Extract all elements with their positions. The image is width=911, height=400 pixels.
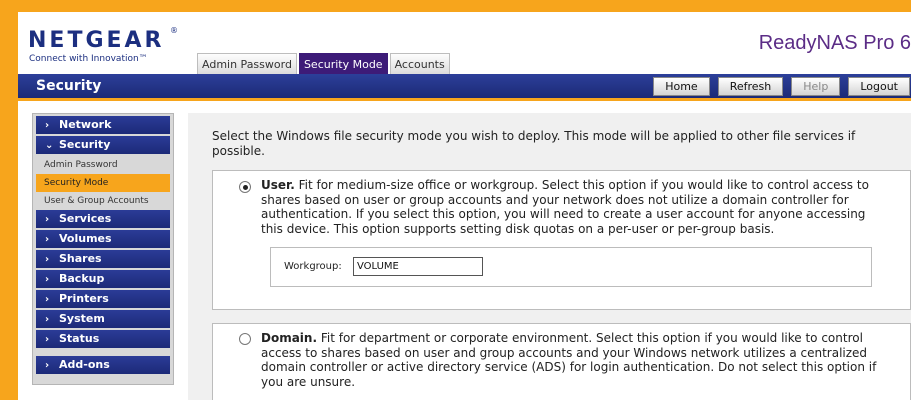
- sidebar-subitem-security-mode[interactable]: Security Mode: [36, 174, 170, 192]
- domain-mode-text: Fit for department or corporate environm…: [261, 331, 877, 389]
- chevron-right-icon: ›: [45, 360, 50, 371]
- sidebar-item-add-ons[interactable]: › Add-ons: [36, 356, 170, 374]
- page-title: Security: [36, 78, 102, 94]
- sidebar-item-printers[interactable]: › Printers: [36, 290, 170, 308]
- sidebar-item-label: Network: [59, 118, 112, 131]
- main-content: Select the Windows file security mode yo…: [188, 113, 911, 400]
- intro-text: Select the Windows file security mode yo…: [212, 129, 856, 158]
- user-mode-option: User. Fit for medium-size office or work…: [212, 170, 911, 310]
- netgear-logo[interactable]: NETGEAR: [28, 28, 165, 53]
- sidebar-item-services[interactable]: › Services: [36, 210, 170, 228]
- workgroup-label: Workgroup:: [284, 261, 342, 272]
- app-frame: NETGEAR ® Connect with Innovation™ Ready…: [0, 0, 911, 400]
- sidebar-item-label: Printers: [59, 292, 109, 305]
- domain-mode-description: Domain. Fit for department or corporate …: [261, 331, 891, 389]
- chevron-right-icon: ›: [45, 274, 50, 285]
- sidebar-item-label: Backup: [59, 272, 105, 285]
- user-mode-text: Fit for medium-size office or workgroup.…: [261, 178, 869, 236]
- sidebar-item-backup[interactable]: › Backup: [36, 270, 170, 288]
- domain-mode-radio[interactable]: [239, 333, 251, 345]
- header: NETGEAR ® Connect with Innovation™ Ready…: [18, 12, 911, 74]
- sidebar-item-label: Security: [59, 138, 111, 151]
- workgroup-input[interactable]: [353, 257, 483, 276]
- home-button[interactable]: Home: [653, 77, 710, 96]
- sidebar-item-security[interactable]: ⌄ Security: [36, 136, 170, 154]
- logo-tagline: Connect with Innovation™: [29, 54, 148, 64]
- domain-mode-title: Domain.: [261, 331, 318, 345]
- user-mode-title: User.: [261, 178, 295, 192]
- chevron-right-icon: ›: [45, 120, 50, 131]
- chevron-right-icon: ›: [45, 234, 50, 245]
- user-mode-description: User. Fit for medium-size office or work…: [261, 178, 891, 236]
- help-button[interactable]: Help: [791, 77, 841, 96]
- user-mode-radio[interactable]: [239, 181, 251, 193]
- sidebar-subitem-admin-password[interactable]: Admin Password: [36, 156, 170, 174]
- sidebar-item-network[interactable]: › Network: [36, 116, 170, 134]
- sidebar: › Network ⌄ Security Admin Password Securi…: [32, 113, 174, 385]
- title-bar: Security Home Refresh Help Logout: [18, 74, 911, 100]
- tab-bar: Admin Password Security Mode Accounts: [197, 53, 450, 74]
- domain-mode-option: Domain. Fit for department or corporate …: [212, 323, 911, 400]
- tab-admin-password[interactable]: Admin Password: [197, 53, 297, 74]
- sidebar-item-status[interactable]: › Status: [36, 330, 170, 348]
- sidebar-item-system[interactable]: › System: [36, 310, 170, 328]
- refresh-button[interactable]: Refresh: [717, 77, 784, 96]
- workgroup-box: Workgroup:: [270, 247, 872, 287]
- chevron-right-icon: ›: [45, 214, 50, 225]
- chevron-right-icon: ›: [45, 254, 50, 265]
- logout-button[interactable]: Logout: [848, 77, 910, 96]
- tab-security-mode[interactable]: Security Mode: [298, 53, 388, 74]
- chevron-right-icon: ›: [45, 314, 50, 325]
- sidebar-item-label: Add-ons: [59, 358, 110, 371]
- product-name: ReadyNAS Pro 6: [758, 32, 911, 54]
- sidebar-item-label: Status: [59, 332, 100, 345]
- sidebar-item-label: System: [59, 312, 105, 325]
- tab-accounts[interactable]: Accounts: [389, 53, 450, 74]
- sidebar-item-shares[interactable]: › Shares: [36, 250, 170, 268]
- sidebar-item-volumes[interactable]: › Volumes: [36, 230, 170, 248]
- registered-mark: ®: [170, 26, 178, 35]
- sidebar-item-label: Volumes: [59, 232, 112, 245]
- chevron-right-icon: ›: [45, 334, 50, 345]
- chevron-right-icon: ›: [45, 294, 50, 305]
- sidebar-item-label: Shares: [59, 252, 102, 265]
- top-buttons: Home Refresh Help Logout: [653, 77, 910, 96]
- sidebar-item-label: Services: [59, 212, 112, 225]
- sidebar-subitem-user-group-accounts[interactable]: User & Group Accounts: [36, 192, 170, 210]
- chevron-down-icon: ⌄: [45, 140, 54, 151]
